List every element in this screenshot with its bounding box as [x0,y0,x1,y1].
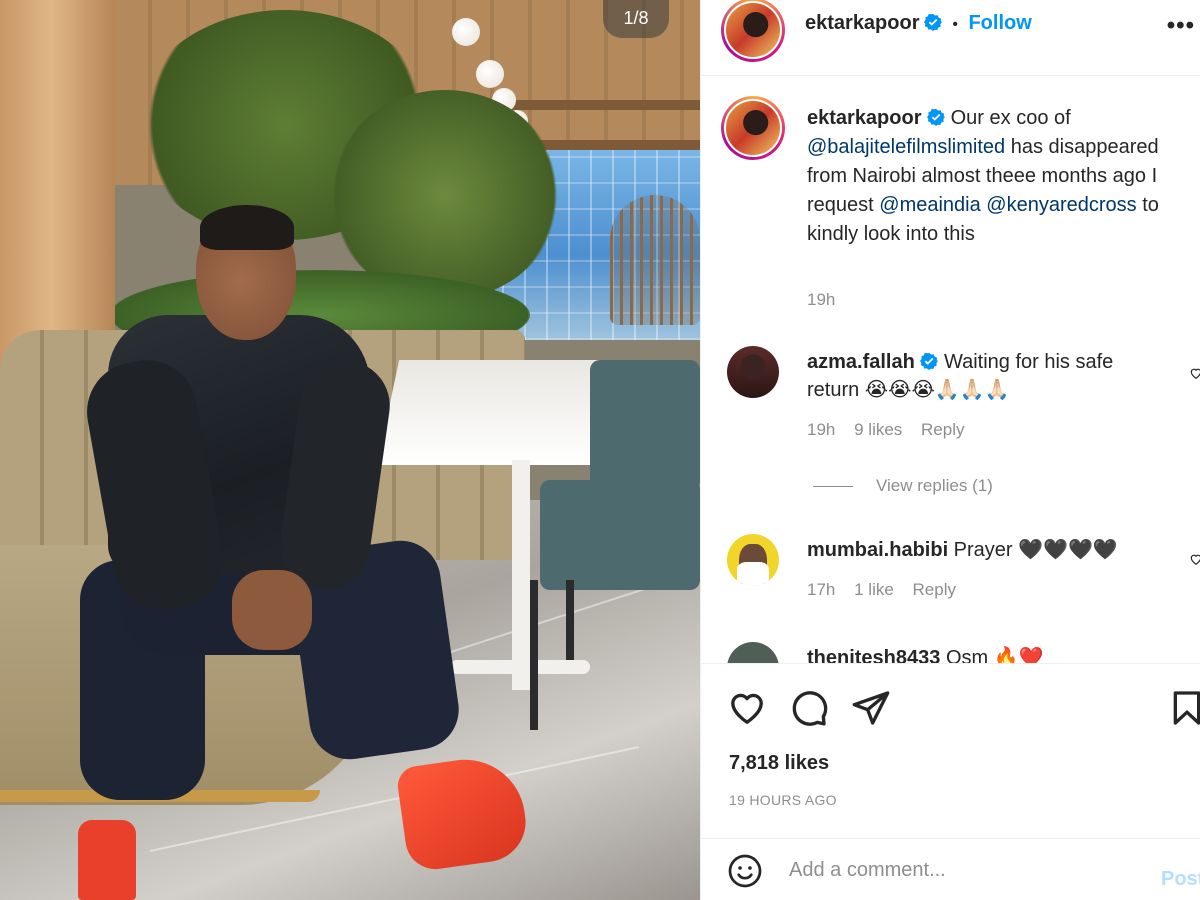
post-photo[interactable]: 1/8 [0,0,700,900]
mention-link[interactable]: @balajitelefilmslimited [807,136,1005,158]
comment: mumbai.habibi Prayer 🖤🖤🖤🖤 [807,536,1167,564]
caption-username[interactable]: ektarkapoor [807,107,922,129]
chair [540,480,700,590]
heart-icon[interactable] [727,688,767,728]
verified-badge-icon [923,13,942,31]
comment-meta: 17h 1 like Reply [807,580,956,600]
post-caption: ektarkapoor Our ex coo of @balajitelefil… [807,104,1187,249]
reply-button[interactable]: Reply [913,580,956,599]
verified-badge-icon [920,352,939,370]
likes-count[interactable]: 7,818 likes [729,752,829,775]
more-options-icon[interactable]: ••• [1167,12,1195,40]
add-comment-bar: Post [701,838,1200,900]
comment-time: 17h [807,580,836,599]
header-separator: • [952,16,959,33]
comment-input[interactable] [789,853,1149,887]
author-avatar[interactable] [721,0,785,62]
post-time: 19 HOURS AGO [729,792,837,808]
verified-badge-icon [927,108,946,126]
comment-like-heart-icon[interactable] [1189,366,1200,380]
rattan-cage [610,195,700,325]
comment: azma.fallah Waiting for his safe return … [807,348,1167,404]
post-side-panel: ektarkapoor • Follow ••• ektarkapoor Our… [700,0,1200,900]
view-replies-button[interactable]: View replies (1) [876,476,993,496]
post-header: ektarkapoor • Follow ••• [701,0,1200,76]
red-sneaker [78,820,136,900]
author-username[interactable]: ektarkapoor [805,12,920,34]
mention-link[interactable]: @meaindia [879,194,980,216]
commenter-avatar[interactable] [727,346,779,398]
table-leg [512,460,530,690]
caption-text: Our ex coo of [945,107,1071,129]
comment-time: 19h [807,420,836,439]
commenter-avatar[interactable] [727,534,779,586]
commenter-avatar[interactable] [727,642,779,663]
smiley-icon[interactable] [727,853,763,889]
comment-like-heart-icon[interactable] [1189,552,1200,566]
follow-button[interactable]: Follow [968,12,1031,34]
comment-text: Osm 🔥❤️ [940,647,1044,663]
comment-username[interactable]: mumbai.habibi [807,539,948,561]
mention-link[interactable]: @kenyaredcross [986,194,1136,216]
comments-scroll-area[interactable]: ektarkapoor Our ex coo of @balajitelefil… [701,76,1200,663]
post-comment-button[interactable]: Post [1161,868,1200,891]
carousel-counter: 1/8 [603,0,669,38]
person-hair [200,205,294,250]
comment-likes[interactable]: 9 likes [854,420,902,439]
chair-leg [566,580,574,660]
comment-icon[interactable] [789,688,829,728]
pendant-lamp [476,60,504,88]
comment-likes[interactable]: 1 like [854,580,894,599]
replies-divider [813,486,853,487]
caption-avatar[interactable] [721,96,785,160]
bookmark-icon[interactable] [1167,688,1200,728]
wooden-pillar [0,0,115,380]
comment-text: Prayer 🖤🖤🖤🖤 [948,539,1118,561]
comment-meta: 19h 9 likes Reply [807,420,965,440]
caption-timestamp: 19h [807,290,836,309]
send-icon[interactable] [851,688,891,728]
chair-leg [530,580,538,730]
comment-username[interactable]: thenitesh8433 [807,647,940,663]
chair [590,360,700,490]
person-hands [232,570,312,650]
pendant-lamp [452,18,480,46]
reply-button[interactable]: Reply [921,420,964,439]
table-base [450,660,590,674]
comment: thenitesh8433 Osm 🔥❤️ [807,644,1167,663]
tree-foliage [330,90,560,300]
post-actions: 7,818 likes 19 HOURS AGO [701,663,1200,838]
header-user-row: ektarkapoor • Follow [805,12,1032,35]
comment-username[interactable]: azma.fallah [807,351,915,373]
